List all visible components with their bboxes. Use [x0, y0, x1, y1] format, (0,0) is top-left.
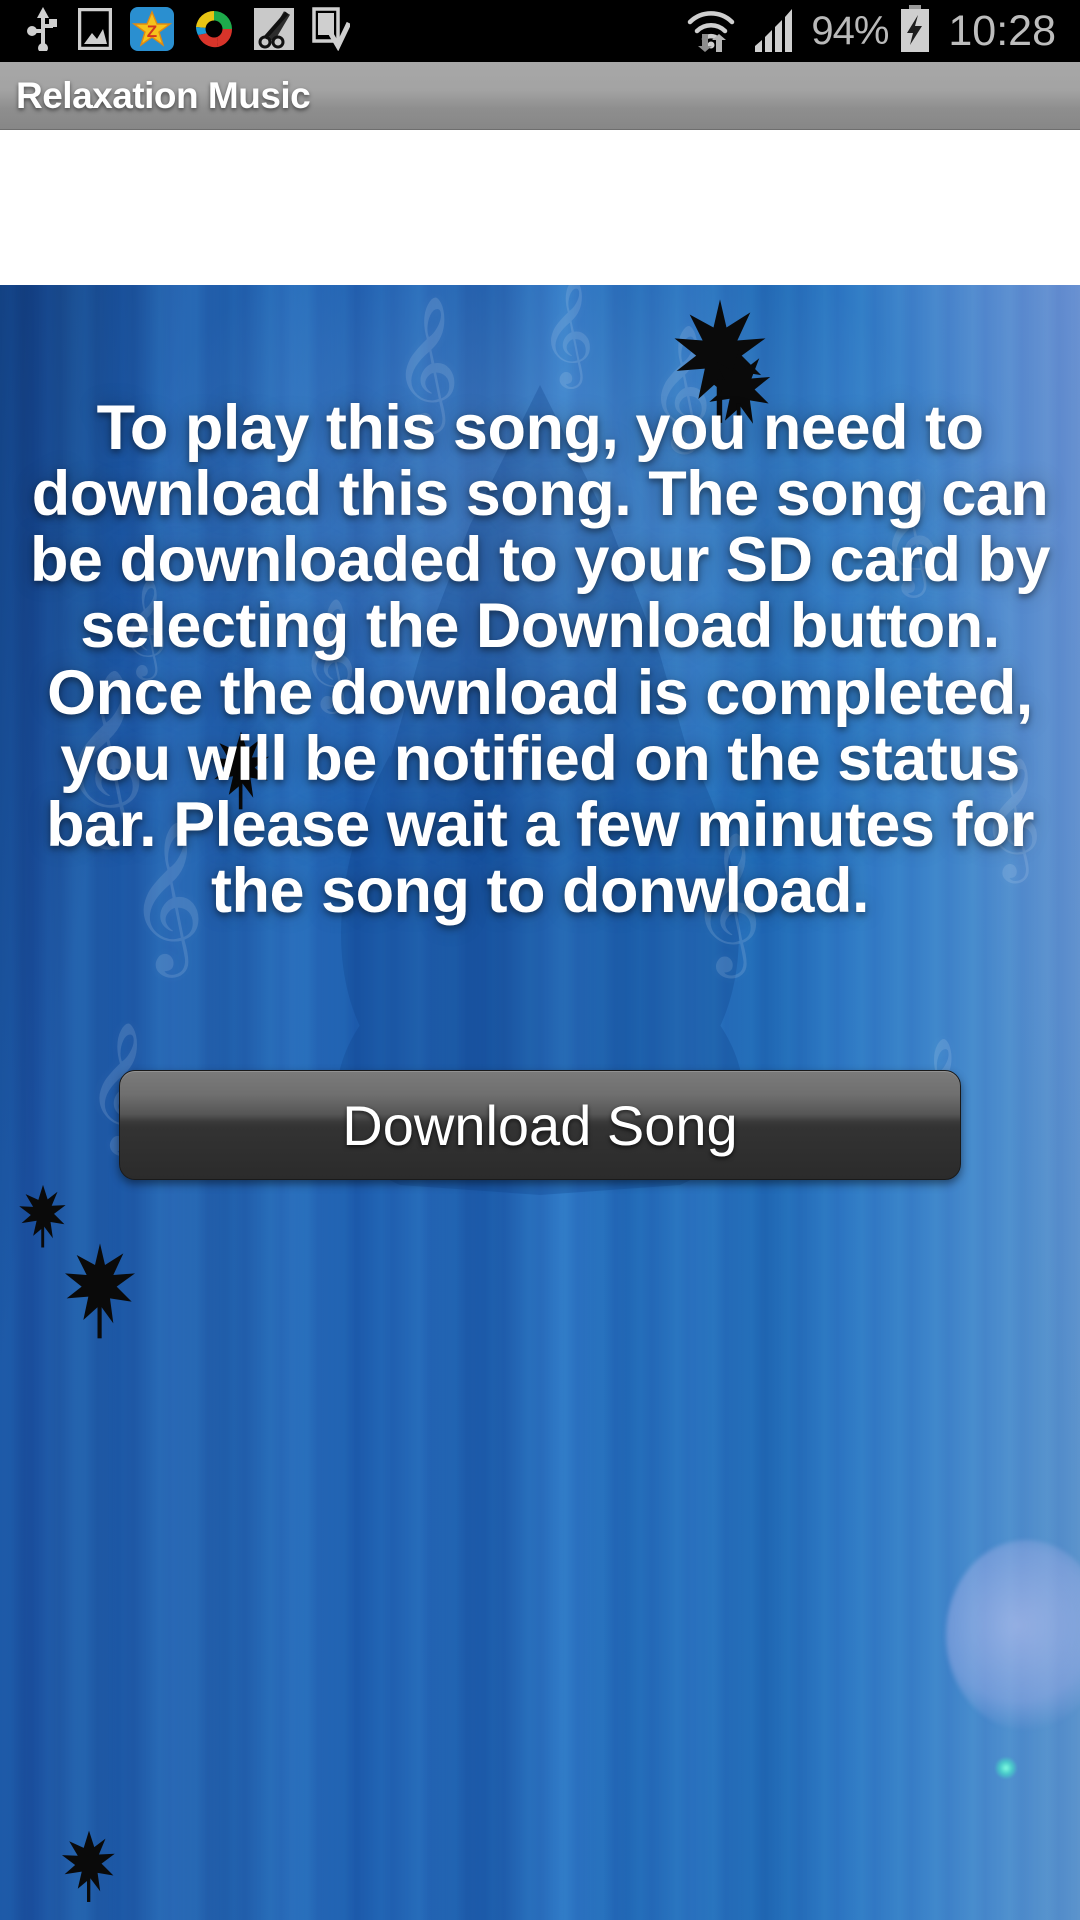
- cellular-signal-icon: [753, 6, 801, 57]
- status-bar: Z 94% 10:28: [0, 0, 1080, 62]
- download-song-button[interactable]: Download Song: [119, 1070, 961, 1180]
- wifi-data-transfer-icon: [685, 6, 743, 57]
- status-bar-notification-icons: Z: [0, 6, 352, 56]
- app-title-bar: Relaxation Music: [0, 62, 1080, 130]
- maple-leaf-silhouette: [65, 1243, 135, 1339]
- status-bar-system-icons: 94% 10:28: [685, 4, 1080, 58]
- battery-charging-icon: [898, 4, 932, 58]
- page-title: Relaxation Music: [16, 74, 311, 116]
- download-instructions-text: To play this song, you need to download …: [29, 393, 1051, 926]
- screenshot-image-icon: [77, 7, 113, 55]
- glow-dot: [995, 1757, 1017, 1779]
- download-complete-device-icon: [312, 6, 352, 56]
- content-panel: 𝄞 𝄞 𝄞 𝄞 𝄞 𝄞 𝄞 𝄞 𝄞 𝄞 𝄞 𝄞: [0, 285, 1080, 1920]
- maple-leaf-silhouette: [61, 1830, 115, 1902]
- svg-text:Z: Z: [147, 22, 157, 41]
- zedge-star-app-icon: Z: [130, 6, 174, 56]
- clock-label: 10:28: [948, 6, 1056, 55]
- colorful-circle-app-icon: [192, 7, 236, 56]
- blank-white-area: [0, 131, 1080, 285]
- usb-icon: [26, 6, 60, 56]
- download-song-button-label: Download Song: [342, 1093, 738, 1157]
- scissors-clip-icon: [254, 7, 294, 55]
- battery-percent-label: 94%: [811, 8, 889, 53]
- app-screen: Z 94% 10:28 Relaxation Music To play thi…: [0, 0, 1080, 1920]
